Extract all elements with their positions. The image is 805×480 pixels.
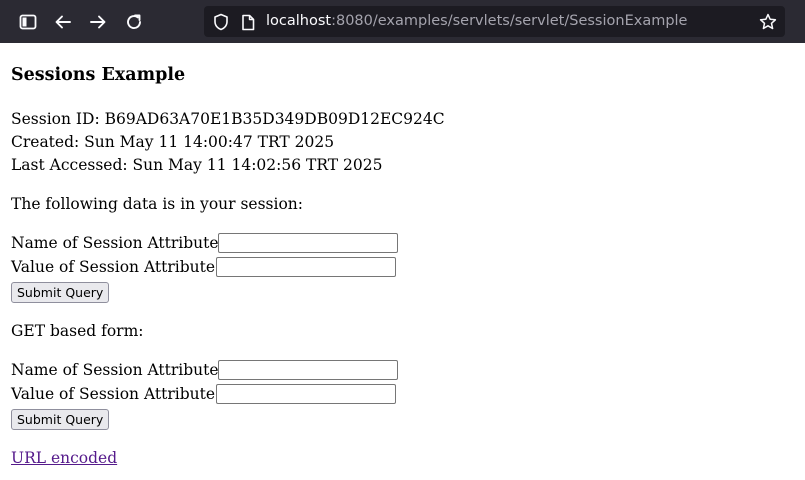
sidebar-icon[interactable]	[17, 11, 39, 33]
get-value-label: Value of Session Attribute:	[11, 385, 221, 403]
post-attribute-name-input[interactable]	[218, 233, 398, 253]
post-name-label: Name of Session Attribute:	[11, 234, 224, 252]
session-data-intro: The following data is in your session:	[11, 195, 303, 213]
shield-icon[interactable]	[212, 13, 230, 31]
page-icon[interactable]	[239, 13, 257, 31]
get-name-label: Name of Session Attribute:	[11, 361, 224, 379]
forward-arrow-icon[interactable]	[87, 11, 109, 33]
post-value-label: Value of Session Attribute:	[11, 258, 221, 276]
get-attribute-value-input[interactable]	[216, 384, 396, 404]
browser-toolbar: localhost:8080/examples/servlets/servlet…	[0, 0, 805, 43]
url-host: localhost	[266, 13, 332, 29]
get-form-heading: GET based form:	[11, 322, 144, 340]
back-arrow-icon[interactable]	[52, 11, 74, 33]
url-path: :8080/examples/servlets/servlet/SessionE…	[331, 13, 688, 29]
session-last-accessed: Last Accessed: Sun May 11 14:02:56 TRT 2…	[11, 156, 383, 174]
bookmark-star-icon[interactable]	[759, 13, 777, 31]
url-text[interactable]: localhost:8080/examples/servlets/servlet…	[266, 12, 687, 31]
url-encoded-link[interactable]: URL encoded	[11, 447, 117, 469]
url-bar[interactable]: localhost:8080/examples/servlets/servlet…	[204, 6, 785, 37]
post-submit-button[interactable]: Submit Query	[11, 282, 110, 303]
session-id: Session ID: B69AD63A70E1B35D349DB09D12EC…	[11, 110, 445, 128]
get-attribute-name-input[interactable]	[218, 360, 398, 380]
page-title: Sessions Example	[11, 65, 186, 85]
reload-icon[interactable]	[123, 11, 145, 33]
post-attribute-value-input[interactable]	[216, 257, 396, 277]
session-created: Created: Sun May 11 14:00:47 TRT 2025	[11, 133, 335, 151]
get-submit-button[interactable]: Submit Query	[11, 409, 110, 430]
